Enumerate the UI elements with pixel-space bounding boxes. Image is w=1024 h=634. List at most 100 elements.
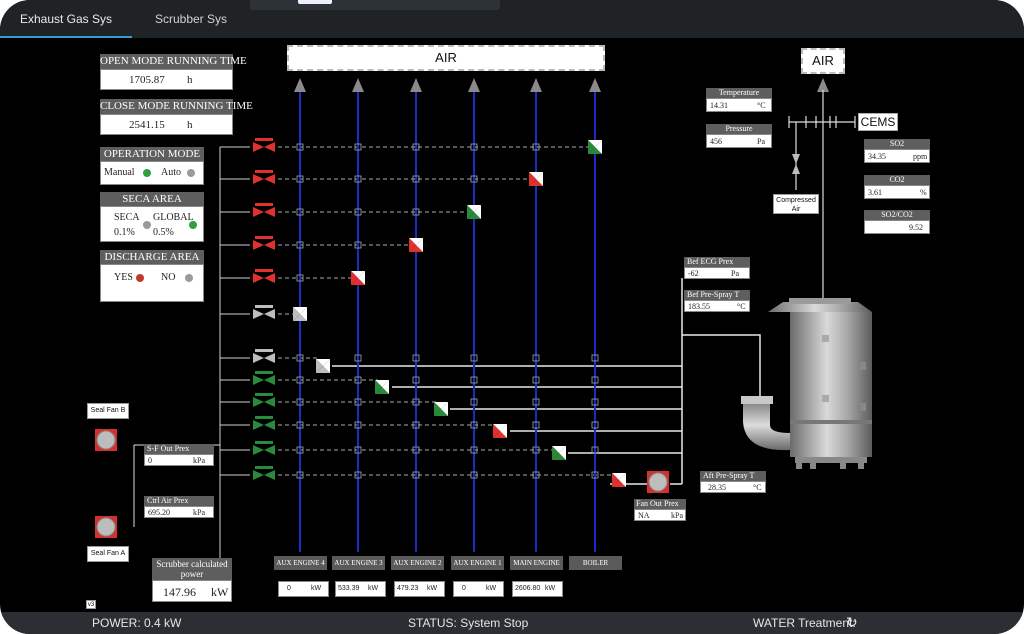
bef-ecg-label: Bef ECG Prex (684, 257, 750, 267)
pressure-label: Pressure (706, 124, 772, 134)
engine-label: AUX ENGINE 3 (332, 556, 385, 570)
air-banner-main: AIR (287, 45, 605, 71)
main-fan-icon (647, 471, 669, 493)
so2-co2-value: 9.52 (909, 223, 923, 232)
mimic-diagram: AIR AIR CEMS OPEN MODE RUNNING TIME 1705… (10, 40, 1014, 610)
compressed-air-valve-icon (792, 154, 800, 174)
bef-prespray-box: 183.55 °C (684, 300, 750, 312)
close-mode-value: 2541.15 (129, 119, 165, 131)
valve-icon (253, 371, 275, 385)
close-mode-unit: h (187, 119, 193, 131)
sf-out-box: 0 kPa (144, 454, 214, 466)
compressed-air-label: Compressed Air (773, 194, 819, 214)
sf-out-value: 0 (148, 456, 152, 465)
engine-label: AUX ENGINE 2 (391, 556, 444, 570)
bef-ecg-value: -62 (688, 269, 699, 278)
temperature-value: 14.31 (710, 101, 728, 110)
uptake-pipes (299, 90, 596, 552)
seca-pct: 0.1% (114, 227, 135, 238)
auto-indicator-icon[interactable] (187, 169, 195, 177)
ctrl-air-label: Ctrl Air Prex (144, 496, 214, 506)
yes-indicator-icon[interactable] (136, 274, 144, 282)
global-label: GLOBAL (153, 212, 194, 223)
refresh-icon[interactable]: ↻ (846, 614, 858, 631)
tab-exhaust-gas-sys[interactable]: Exhaust Gas Sys (0, 0, 132, 38)
global-pct: 0.5% (153, 227, 174, 238)
sf-out-label: S-F Out Prex (144, 444, 214, 454)
seal-fan-b-label: Seal Fan B (87, 403, 129, 419)
valve-icon (253, 305, 275, 319)
engine-unit: kW (545, 585, 556, 592)
engine-label: BOILER (569, 556, 622, 570)
fan-out-unit: kPa (671, 511, 683, 520)
so2-value: 34.35 (868, 152, 886, 161)
engine-value-box: 2606.80 kW (512, 581, 563, 597)
engine-label: AUX ENGINE 4 (274, 556, 327, 570)
engine-label: MAIN ENGINE (510, 556, 563, 570)
temperature-unit: °C (757, 101, 766, 110)
engine-value-box: 0 kW (278, 581, 329, 597)
so2-co2-label: SO2/CO2 (864, 210, 930, 220)
pressure-value: 456 (710, 137, 722, 146)
valve-icon (253, 393, 275, 407)
power-status: POWER: 0.4 kW (92, 616, 182, 630)
engine-value-box: 533.39 kW (335, 581, 386, 597)
valve-icon (253, 170, 275, 184)
manual-indicator-icon[interactable] (143, 169, 151, 177)
aft-prespray-label: Aft Pre-Spray T (700, 471, 766, 481)
engine-value: 0 (462, 585, 466, 592)
top-handle (250, 0, 500, 10)
bef-ecg-unit: Pa (731, 269, 739, 278)
yes-label: YES (114, 272, 133, 283)
discharge-area-box: YES NO (100, 264, 204, 302)
seal-fan-a-icon (95, 516, 117, 538)
fan-out-label: Fan Out Prex (634, 499, 686, 509)
tab-bar: Exhaust Gas Sys Scrubber Sys (0, 0, 1024, 38)
engine-label: AUX ENGINE 1 (451, 556, 504, 570)
scrubber-power-box: 147.96 kW (152, 580, 232, 602)
auto-label: Auto (161, 167, 181, 178)
no-indicator-icon[interactable] (185, 274, 193, 282)
co2-value: 3.61 (868, 188, 882, 197)
ctrl-air-unit: kPa (193, 508, 205, 517)
co2-unit: % (920, 188, 927, 197)
system-status: STATUS: System Stop (408, 616, 529, 630)
sf-out-unit: kPa (193, 456, 205, 465)
co2-box: 3.61 % (864, 185, 930, 199)
global-indicator-icon[interactable] (189, 221, 197, 229)
scrubber-power-unit: kW (211, 585, 229, 599)
bef-prespray-value: 183.55 (688, 302, 710, 311)
co2-label: CO2 (864, 175, 930, 185)
bef-prespray-label: Bef Pre-Spray T (684, 290, 750, 300)
open-mode-value: 1705.87 (129, 74, 165, 86)
engine-unit: kW (427, 585, 438, 592)
engine-value: 2606.80 (515, 585, 541, 592)
status-bar: POWER: 0.4 kW STATUS: System Stop WATER … (0, 612, 1024, 634)
open-mode-unit: h (187, 74, 193, 86)
operation-mode-box: Manual Auto (100, 161, 204, 185)
valve-icon (253, 203, 275, 217)
engine-value: 0 (287, 585, 291, 592)
pressure-unit: Pa (757, 137, 765, 146)
seca-area-box: SECA 0.1% GLOBAL 0.5% (100, 206, 204, 242)
seca-indicator-icon[interactable] (143, 221, 151, 229)
operation-mode-label: OPERATION MODE (100, 147, 204, 161)
scrubber-power-label: Scrubber calculated power (152, 558, 232, 580)
ctrl-air-value: 695.20 (148, 508, 170, 517)
no-label: NO (161, 272, 176, 283)
temperature-box: 14.31 °C (706, 98, 772, 112)
so2-box: 34.35 ppm (864, 149, 930, 163)
pipe-junctions (296, 143, 599, 479)
engine-unit: kW (368, 585, 379, 592)
seal-fan-b-icon (95, 429, 117, 451)
valve-icon (253, 349, 275, 363)
pressure-box: 456 Pa (706, 134, 772, 148)
seca-area-label: SECA AREA (100, 192, 204, 206)
ctrl-air-box: 695.20 kPa (144, 506, 214, 518)
water-treatment-status: WATER Treatment: (753, 616, 856, 630)
engine-value-box: 479.23 kW (394, 581, 445, 597)
so2-label: SO2 (864, 139, 930, 149)
seca-label: SECA (114, 212, 140, 223)
tab-scrubber-sys[interactable]: Scrubber Sys (132, 0, 250, 38)
engine-value: 533.39 (338, 585, 360, 592)
